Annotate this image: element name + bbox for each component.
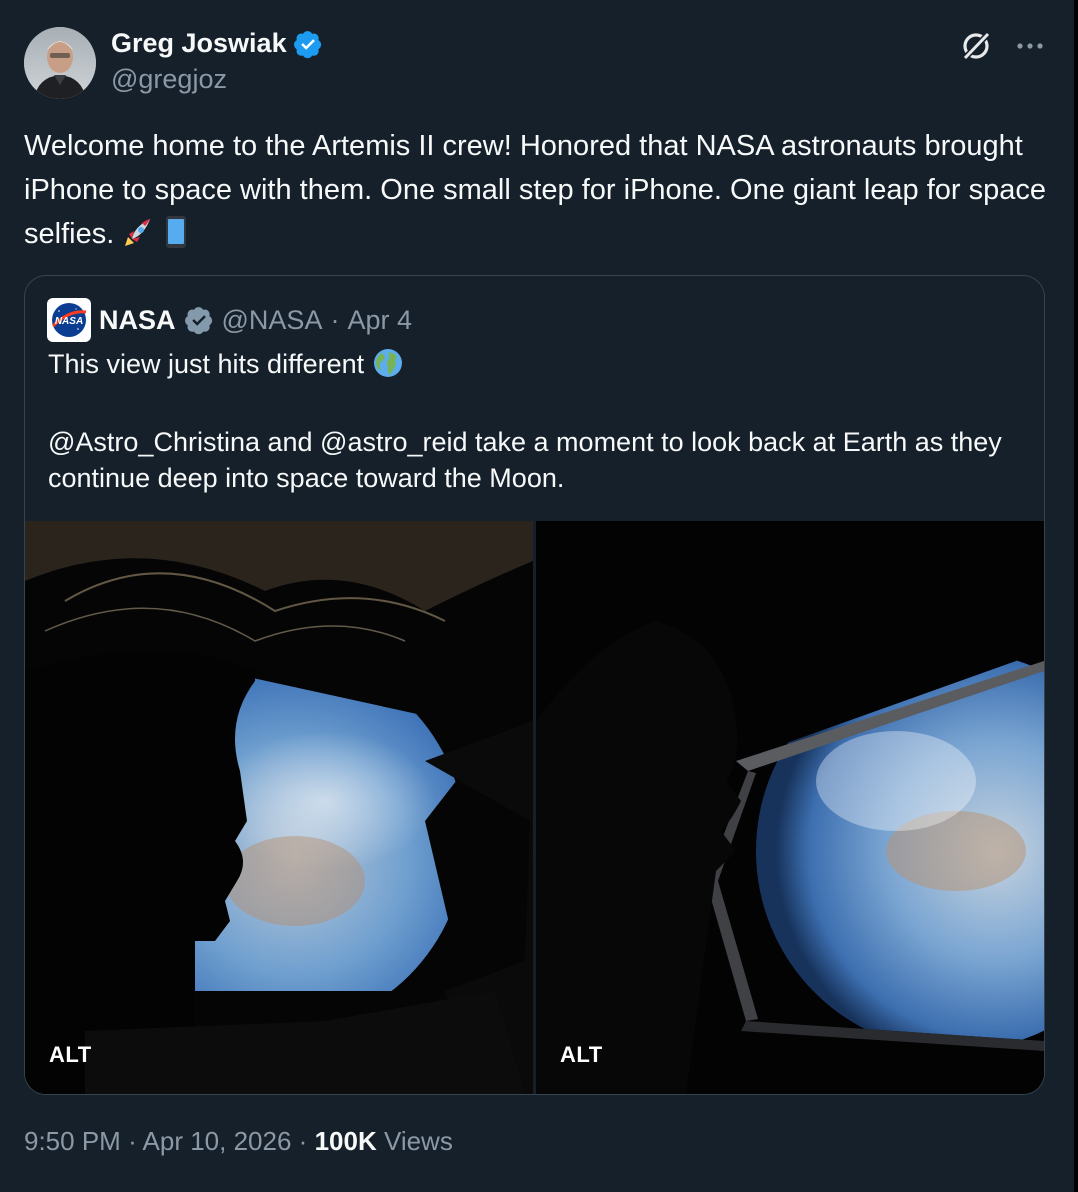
meta-separator: · bbox=[330, 304, 340, 335]
footer-separator: · bbox=[298, 1126, 308, 1156]
alt-text-badge-left[interactable]: ALT bbox=[49, 1042, 92, 1068]
views-count: 100K bbox=[314, 1126, 377, 1156]
quoted-text-line1-content: This view just hits different bbox=[48, 349, 365, 379]
quoted-text-line1: This view just hits different bbox=[48, 346, 1028, 388]
tweet-date[interactable]: Apr 10, 2026 bbox=[143, 1126, 292, 1156]
tweet-footer: 9:50 PM · Apr 10, 2026 · 100K Views bbox=[24, 1126, 453, 1157]
quoted-tweet-card[interactable]: NASA NASA @NASA · Apr 4 This view just h… bbox=[24, 275, 1045, 1095]
nasa-logo-text: NASA bbox=[55, 316, 83, 327]
quoted-author-handle[interactable]: @NASA bbox=[222, 305, 323, 336]
mobile-phone-emoji bbox=[164, 215, 188, 262]
tweet-actions-top bbox=[958, 28, 1044, 64]
rocket-emoji bbox=[122, 215, 156, 262]
footer-separator: · bbox=[128, 1126, 137, 1156]
quoted-tweet-text: This view just hits different @Astro_Chr… bbox=[48, 346, 1028, 496]
author-handle[interactable]: @gregjoz bbox=[111, 64, 227, 95]
quoted-tweet-date[interactable]: Apr 4 bbox=[347, 305, 412, 336]
tweet-time[interactable]: 9:50 PM bbox=[24, 1126, 121, 1156]
grok-icon[interactable] bbox=[958, 28, 994, 64]
photo-left[interactable]: ALT bbox=[25, 521, 533, 1094]
alt-text-badge-right[interactable]: ALT bbox=[560, 1042, 603, 1068]
quoted-media-grid: ALT ALT bbox=[25, 521, 1044, 1094]
quoted-author-name[interactable]: NASA bbox=[99, 305, 176, 336]
nasa-avatar[interactable]: NASA bbox=[47, 298, 91, 342]
tweet-text: Welcome home to the Artemis II crew! Hon… bbox=[24, 124, 1054, 262]
more-options-icon[interactable] bbox=[1016, 42, 1044, 50]
views-label: Views bbox=[383, 1126, 453, 1156]
quoted-text-line2: @Astro_Christina and @astro_reid take a … bbox=[48, 427, 1002, 493]
quoted-tweet-header: NASA NASA @NASA · Apr 4 bbox=[47, 298, 412, 342]
author-name[interactable]: Greg Joswiak bbox=[111, 28, 287, 59]
author-name-row[interactable]: Greg Joswiak bbox=[111, 28, 323, 59]
government-badge-icon bbox=[184, 307, 212, 335]
verified-badge-icon bbox=[293, 30, 321, 58]
photo-right[interactable]: ALT bbox=[536, 521, 1044, 1094]
earth-globe-emoji bbox=[372, 347, 404, 388]
author-avatar[interactable] bbox=[24, 27, 96, 99]
